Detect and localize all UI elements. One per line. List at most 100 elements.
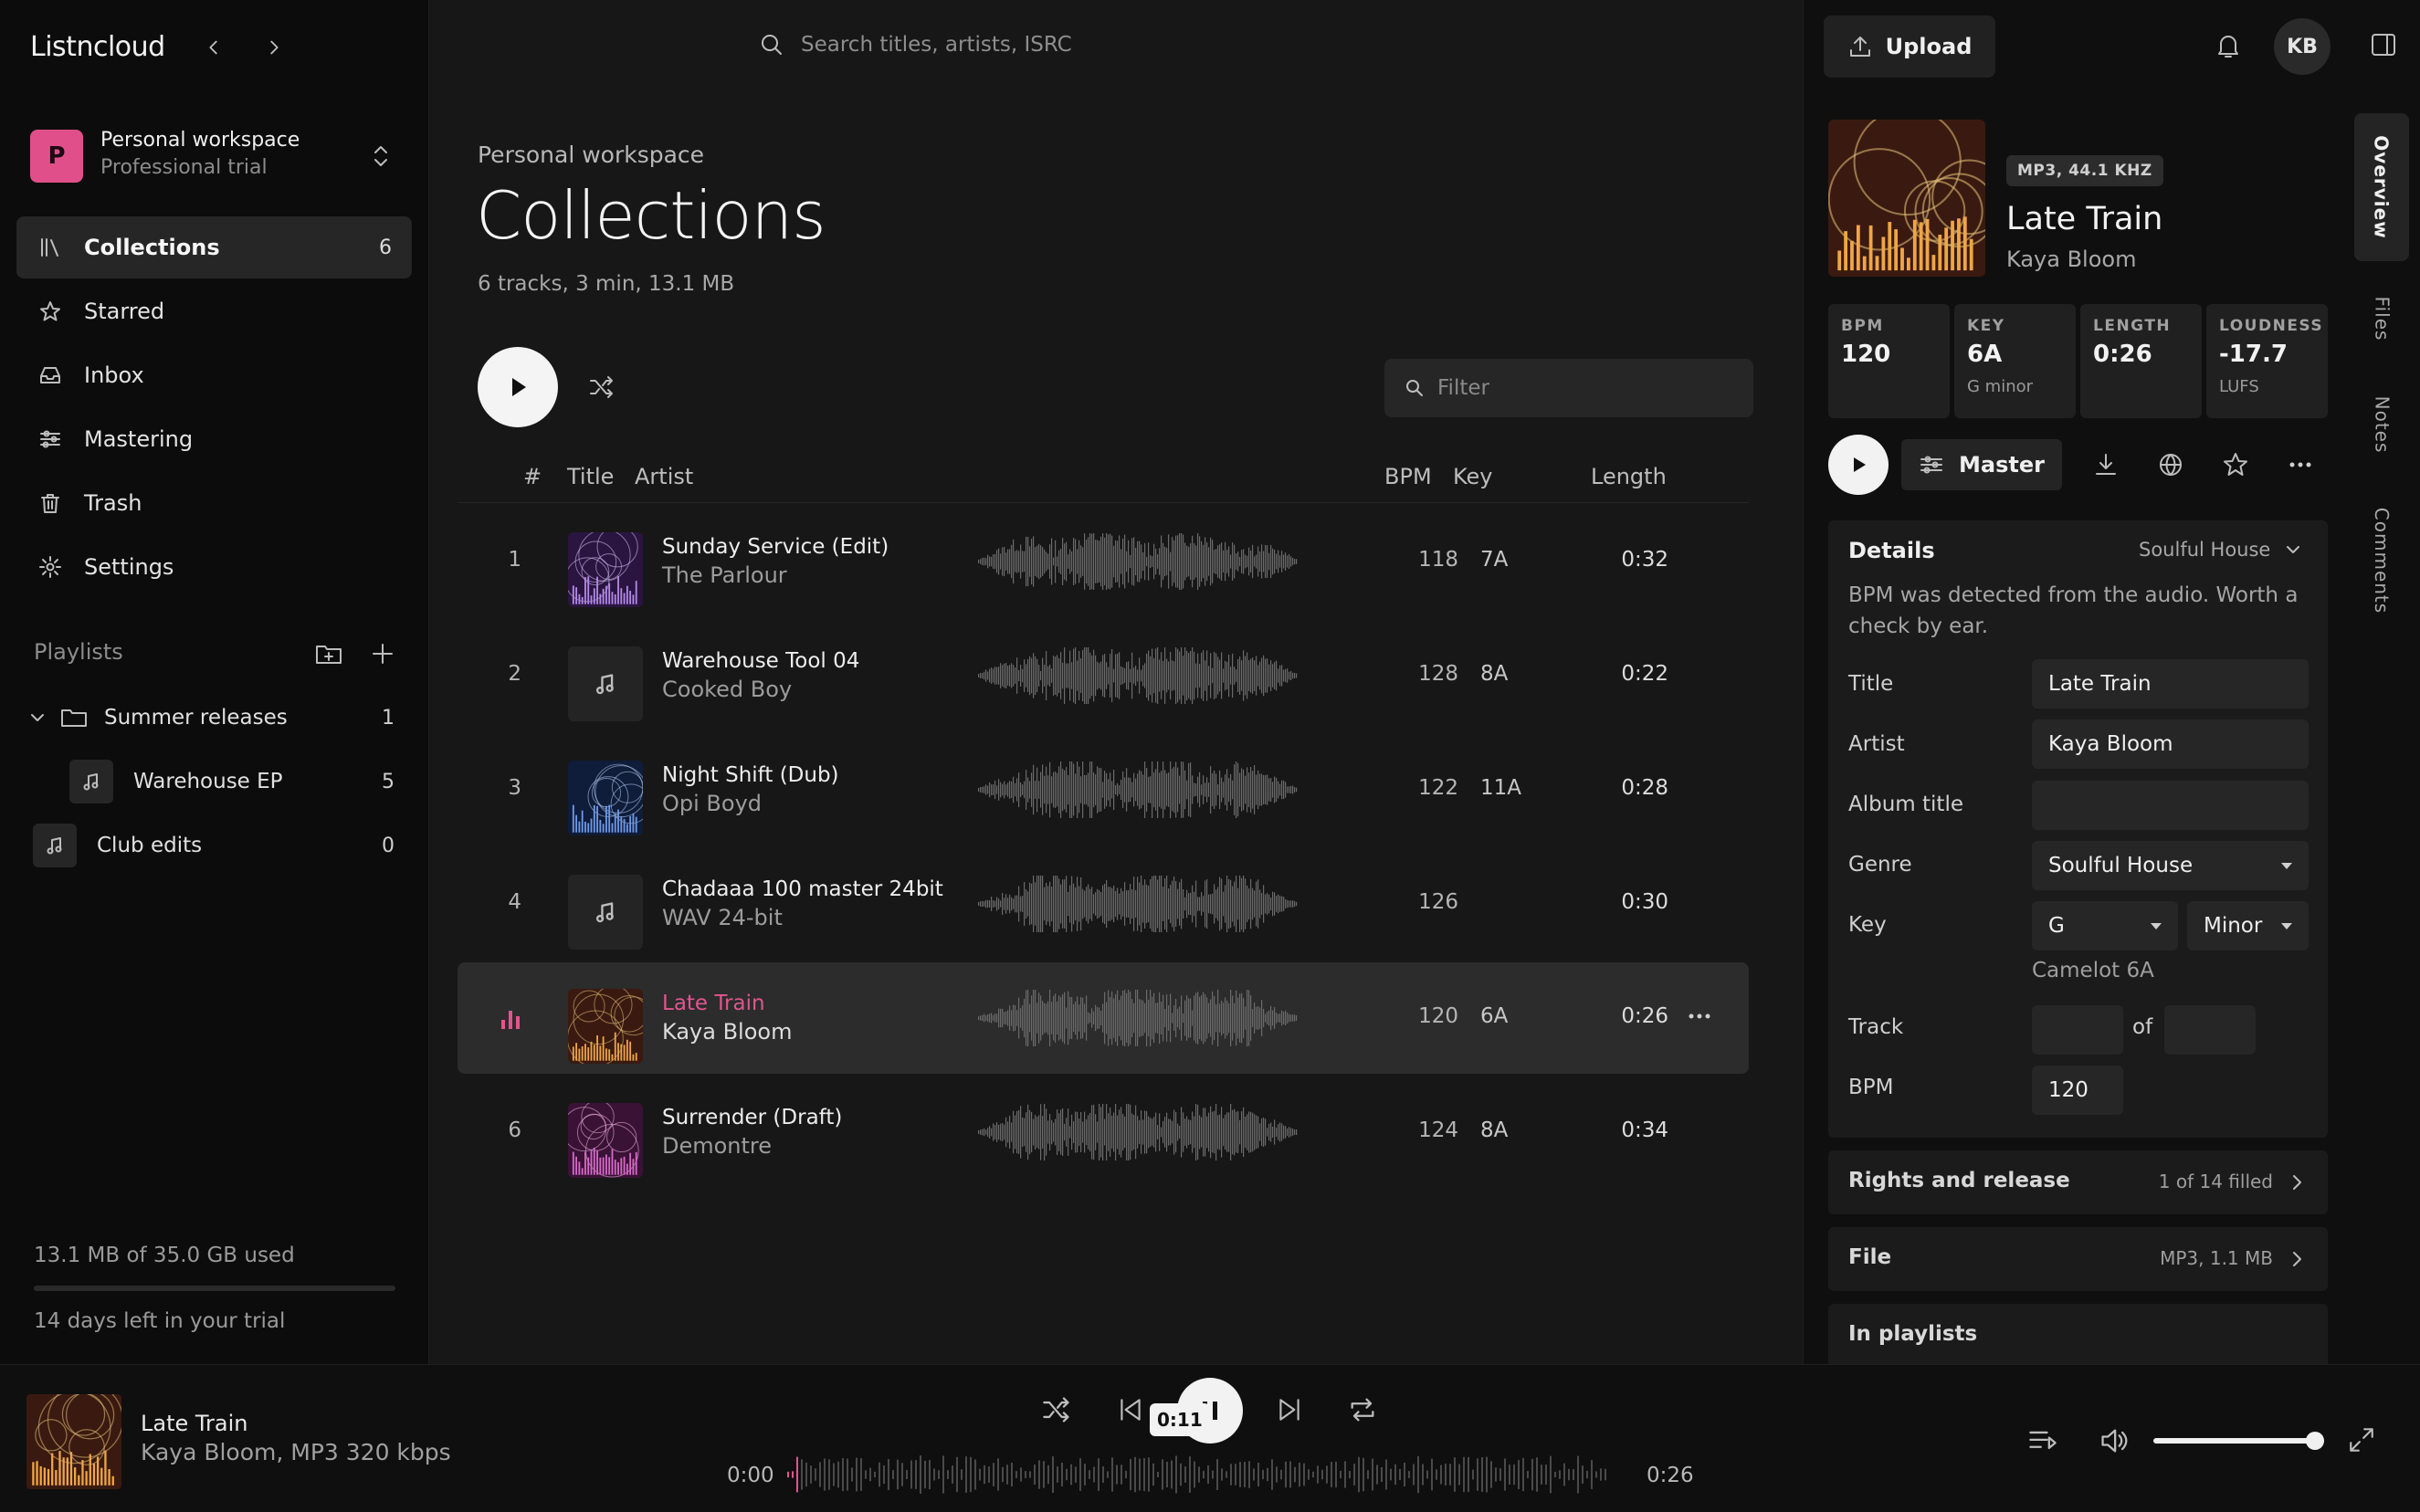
genre-select[interactable]: Soulful House (2032, 841, 2309, 890)
fullscreen-icon[interactable] (2347, 1425, 2376, 1454)
track-row[interactable]: 6 Surrender (Draft) Demontre 124 8A 0:34 (458, 1076, 1749, 1188)
previous-icon[interactable] (1116, 1394, 1145, 1425)
track-artist[interactable]: Kaya Bloom (662, 1019, 792, 1045)
shuffle-button[interactable] (584, 369, 620, 405)
playlist-item-club-edits[interactable]: Club edits 0 (33, 819, 411, 872)
nav-trash[interactable]: Trash (16, 472, 412, 534)
track-row[interactable]: 2 Warehouse Tool 04 Cooked Boy 128 8A 0:22 (458, 620, 1749, 731)
filter-input[interactable]: Filter (1384, 359, 1753, 417)
nav-collections[interactable]: Collections 6 (16, 216, 412, 278)
column-header-artist[interactable]: Artist (635, 464, 693, 489)
nav-inbox[interactable]: Inbox (16, 344, 412, 406)
track-waveform[interactable] (978, 647, 1298, 704)
column-header-key[interactable]: Key (1453, 464, 1493, 489)
workspace-switch-icon[interactable] (370, 142, 392, 170)
app-logo[interactable]: Listncloud (30, 31, 165, 63)
genre-tag[interactable]: Soulful House (2139, 539, 2303, 561)
file-section[interactable]: File MP3, 1.1 MB (1828, 1227, 2328, 1291)
album-field[interactable] (2032, 781, 2309, 830)
master-button[interactable]: Master (1901, 439, 2062, 490)
track-row[interactable]: 3 Night Shift (Dub) Opi Boyd 122 11A 0:28 (458, 734, 1749, 845)
queue-icon[interactable] (2027, 1425, 2058, 1456)
waveform-bar (1239, 993, 1241, 1043)
user-avatar[interactable]: KB (2274, 18, 2331, 75)
volume-icon[interactable] (2099, 1425, 2130, 1456)
download-icon[interactable] (2092, 451, 2120, 478)
playlist-folder-summer[interactable]: Summer releases 1 (27, 691, 411, 744)
volume-slider[interactable] (2153, 1438, 2314, 1444)
forward-icon[interactable] (258, 31, 290, 64)
tab-files[interactable]: Files (2354, 273, 2409, 364)
track-title[interactable]: Surrender (Draft) (662, 1106, 842, 1129)
chevron-down-icon[interactable] (27, 708, 47, 728)
track-waveform[interactable] (978, 876, 1298, 932)
track-title[interactable]: Night Shift (Dub) (662, 763, 839, 787)
track-artist[interactable]: The Parlour (662, 562, 787, 588)
waveform-bar (1027, 891, 1029, 917)
waveform-bar (1175, 880, 1177, 928)
panel-toggle-icon[interactable] (2370, 31, 2397, 58)
now-playing-art[interactable] (26, 1394, 121, 1489)
track-row[interactable]: 4 Chadaaa 100 master 24bit WAV 24-bit 126 0:… (458, 848, 1749, 960)
column-header-bpm[interactable]: BPM (1384, 464, 1432, 489)
next-icon[interactable] (1275, 1394, 1304, 1425)
column-header-title[interactable]: Title (567, 464, 614, 489)
track-waveform[interactable] (978, 761, 1298, 818)
tab-overview[interactable]: Overview (2354, 113, 2409, 261)
new-folder-icon[interactable] (315, 642, 342, 666)
repeat-icon[interactable] (1347, 1394, 1378, 1425)
workspace-avatar[interactable]: P (30, 130, 83, 183)
waveform-bar (1104, 654, 1106, 698)
track-artist[interactable]: Cooked Boy (662, 677, 792, 702)
notifications-icon[interactable] (2215, 31, 2242, 60)
track-play-button[interactable] (1828, 435, 1889, 495)
details-heading[interactable]: Details (1848, 538, 1935, 563)
track-number-field[interactable] (2032, 1005, 2123, 1055)
breadcrumb[interactable]: Personal workspace (478, 142, 704, 168)
search-input[interactable]: Search titles, artists, ISRC (759, 32, 1072, 58)
tab-notes[interactable]: Notes (2354, 374, 2409, 475)
track-title[interactable]: Late Train (662, 992, 765, 1015)
playback-waveform[interactable] (787, 1453, 1626, 1496)
playlist-item-warehouse-ep[interactable]: Warehouse EP 5 (69, 755, 411, 808)
star-icon[interactable] (2222, 451, 2249, 478)
title-field[interactable]: Late Train (2032, 659, 2309, 709)
artist-field[interactable]: Kaya Bloom (2032, 719, 2309, 769)
workspace-name[interactable]: Personal workspace (100, 129, 300, 152)
track-waveform[interactable] (978, 533, 1298, 590)
upload-button[interactable]: Upload (1824, 16, 1995, 78)
nav-settings[interactable]: Settings (16, 536, 412, 598)
shuffle-icon[interactable] (1041, 1394, 1072, 1425)
track-row[interactable]: Late Train Kaya Bloom 120 6A 0:26 (458, 962, 1749, 1074)
new-playlist-icon[interactable] (371, 642, 395, 666)
tab-comments[interactable]: Comments (2354, 488, 2409, 634)
waveform-bar (1046, 766, 1047, 814)
now-playing-title[interactable]: Late Train (141, 1411, 247, 1436)
bpm-field[interactable]: 120 (2032, 1066, 2123, 1115)
track-title[interactable]: Warehouse Tool 04 (662, 649, 859, 673)
nav-mastering[interactable]: Mastering (16, 408, 412, 470)
in-playlists-section[interactable]: In playlists (1828, 1304, 2328, 1364)
track-artist[interactable]: Demontre (662, 1133, 772, 1159)
nav-starred[interactable]: Starred (16, 280, 412, 342)
mode-select[interactable]: Minor (2187, 901, 2309, 950)
track-waveform[interactable] (978, 990, 1298, 1046)
track-total-field[interactable] (2164, 1005, 2256, 1055)
column-header-length[interactable]: Length (1591, 464, 1667, 489)
back-icon[interactable] (197, 31, 230, 64)
track-title[interactable]: Sunday Service (Edit) (662, 535, 889, 559)
rights-release-section[interactable]: Rights and release 1 of 14 filled (1828, 1150, 2328, 1214)
more-icon[interactable] (1686, 1003, 1713, 1030)
play-all-button[interactable] (478, 347, 558, 427)
trial-remaining[interactable]: 14 days left in your trial (34, 1309, 285, 1333)
track-artist[interactable]: Kaya Bloom (2006, 247, 2136, 272)
volume-knob[interactable] (2306, 1432, 2324, 1450)
track-artist[interactable]: WAV 24-bit (662, 905, 783, 930)
track-row[interactable]: 1 Sunday Service (Edit) The Parlour 118 7A 0:… (458, 506, 1749, 617)
track-title[interactable]: Chadaaa 100 master 24bit (662, 877, 943, 901)
more-icon[interactable] (2287, 451, 2314, 478)
key-select[interactable]: G (2032, 901, 2178, 950)
track-waveform[interactable] (978, 1104, 1298, 1160)
track-artist[interactable]: Opi Boyd (662, 791, 762, 816)
globe-icon[interactable] (2157, 451, 2184, 478)
